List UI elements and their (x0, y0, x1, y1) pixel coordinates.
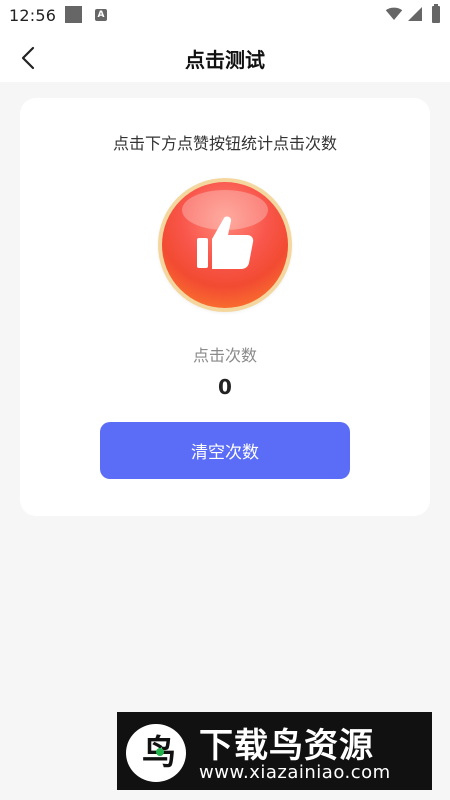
signal-icon (408, 7, 422, 21)
clear-count-button[interactable]: 清空次数 (100, 422, 350, 479)
instruction-text: 点击下方点赞按钮统计点击次数 (112, 134, 337, 153)
status-time: 12:56 (9, 6, 57, 25)
square-icon (65, 6, 82, 23)
nav-bar: 点击测试 (0, 32, 450, 82)
watermark-url: www.xiazainiao.com (199, 762, 391, 783)
a-icon: A (95, 9, 107, 21)
status-bar: 12:56 A (0, 0, 450, 32)
watermark-title: 下载鸟资源 (199, 726, 374, 766)
watermark-banner: 鸟 下载鸟资源 www.xiazainiao.com (117, 712, 432, 790)
like-button-face (162, 182, 288, 308)
like-button[interactable] (158, 178, 292, 312)
watermark-logo-dot (156, 748, 164, 756)
click-test-card: 点击下方点赞按钮统计点击次数 点击次数 0 清空次数 (20, 98, 430, 516)
wifi-icon (385, 7, 403, 20)
thumbs-up-icon (197, 216, 254, 269)
watermark-logo: 鸟 (126, 724, 186, 782)
battery-icon (432, 4, 440, 23)
page-title: 点击测试 (185, 48, 265, 72)
click-count-label: 点击次数 (192, 346, 257, 365)
click-count-value: 0 (218, 375, 232, 399)
